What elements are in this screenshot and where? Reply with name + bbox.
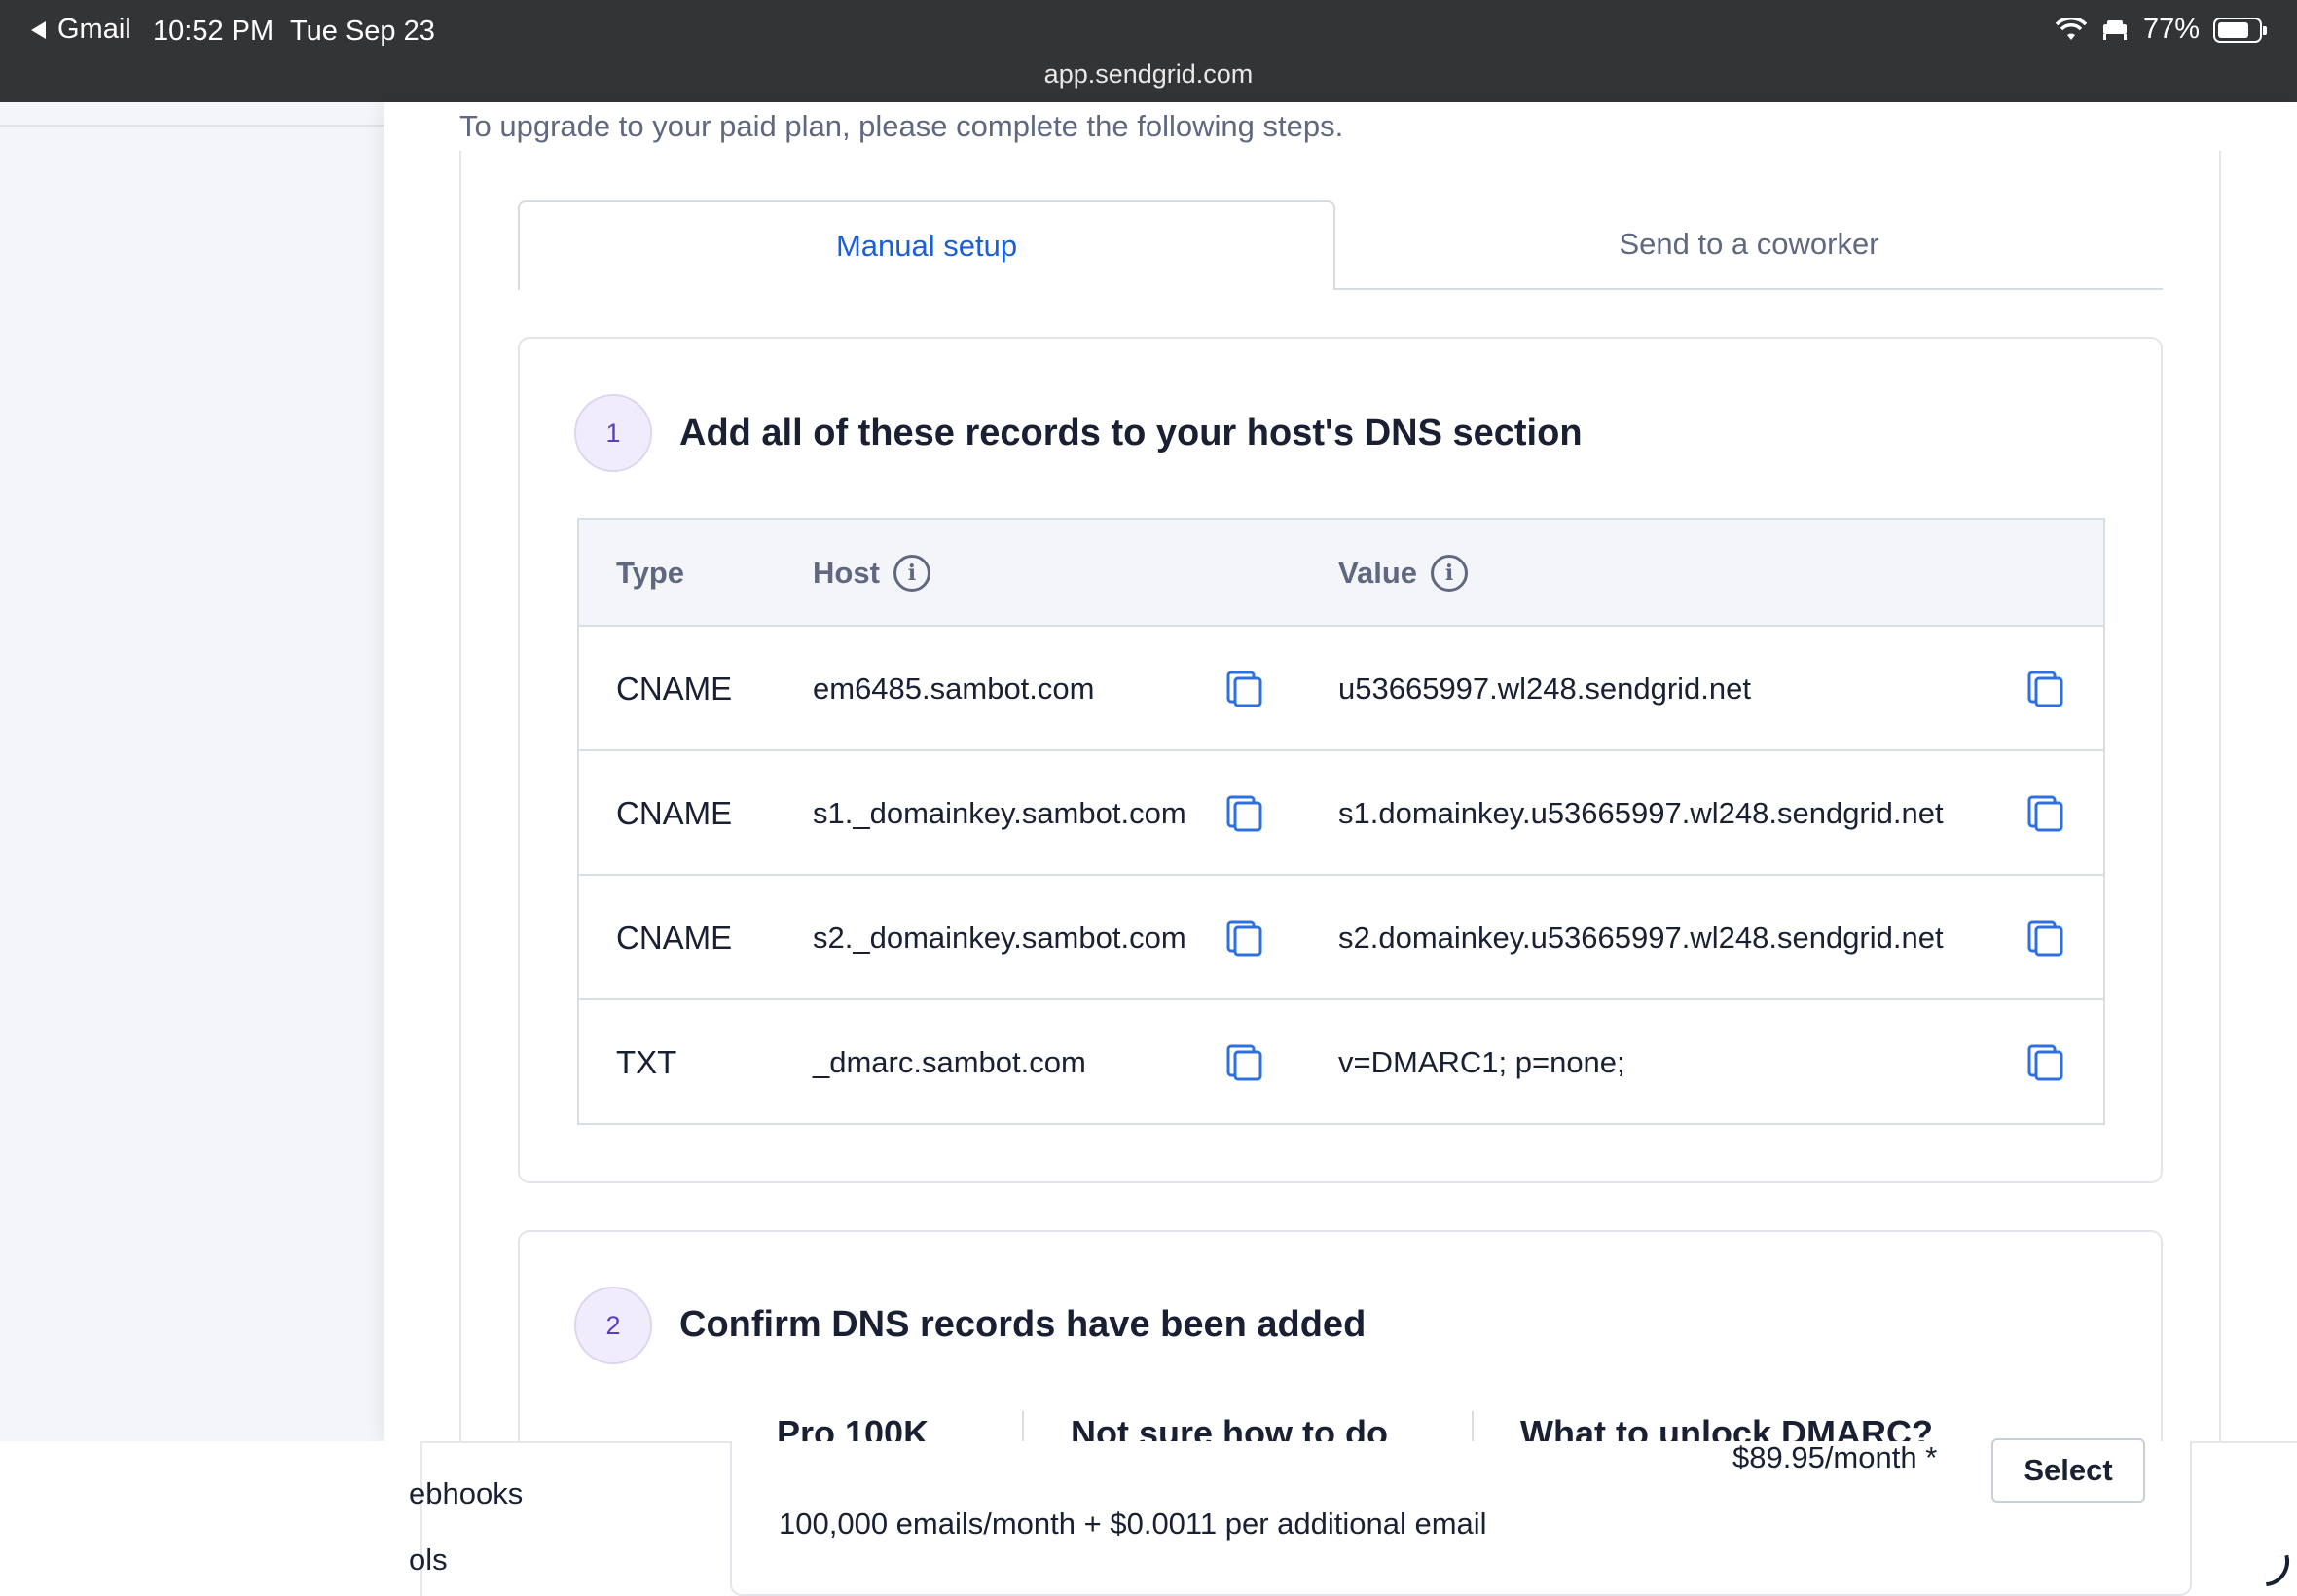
battery-icon bbox=[2213, 17, 2267, 43]
record-value: u53665997.wl248.sendgrid.net bbox=[1338, 671, 1752, 706]
address-bar-url[interactable]: app.sendgrid.com bbox=[0, 59, 2297, 90]
step-2-title: Confirm DNS records have been added bbox=[679, 1304, 1367, 1345]
record-value: s1.domainkey.u53665997.wl248.sendgrid.ne… bbox=[1338, 796, 1944, 830]
date: Tue Sep 23 bbox=[290, 16, 435, 47]
dns-records-table: Type Host i Value i CNAME em6485.sambot.c… bbox=[577, 518, 2105, 1125]
modal-intro-text: To upgrade to your paid plan, please com… bbox=[459, 109, 1344, 143]
divider bbox=[1472, 1411, 1474, 1441]
step-2-badge: 2 bbox=[574, 1287, 652, 1364]
copy-value-icon[interactable] bbox=[2026, 670, 2065, 708]
record-type: CNAME bbox=[616, 795, 733, 831]
peek-dmarc-text: What to unlock DMARC? bbox=[1520, 1413, 1933, 1441]
tab-send-to-coworker[interactable]: Send to a coworker bbox=[1335, 200, 2163, 290]
back-to-app-button[interactable]: Gmail bbox=[31, 14, 131, 46]
peek-plan-name: Pro 100K bbox=[777, 1413, 930, 1441]
divider bbox=[2219, 151, 2221, 1441]
copy-host-icon[interactable] bbox=[1225, 919, 1264, 958]
table-header: Type Host i Value i bbox=[579, 520, 2103, 627]
copy-host-icon[interactable] bbox=[1225, 670, 1264, 708]
peek-help-text: Not sure how to do bbox=[1071, 1413, 1388, 1441]
table-row: CNAME s1._domainkey.sambot.com s1.domainke… bbox=[579, 751, 2103, 876]
info-icon[interactable]: i bbox=[1431, 555, 1468, 592]
column-header-type: Type bbox=[616, 520, 684, 627]
table-row: TXT _dmarc.sambot.com v=DMARC1; p=none; bbox=[579, 1000, 2103, 1125]
record-value: s2.domainkey.u53665997.wl248.sendgrid.ne… bbox=[1338, 921, 1944, 955]
clock: 10:52 PM bbox=[153, 16, 274, 47]
table-row: CNAME s2._domainkey.sambot.com s2.domainke… bbox=[579, 876, 2103, 1000]
divider bbox=[0, 125, 384, 127]
plan-price: $89.95/month * bbox=[1732, 1440, 1938, 1474]
status-indicators: 77% bbox=[2055, 14, 2267, 46]
record-type: TXT bbox=[616, 1044, 677, 1080]
column-label: Value bbox=[1338, 556, 1417, 590]
divider bbox=[459, 151, 461, 1441]
column-label: Type bbox=[616, 556, 685, 590]
record-type: CNAME bbox=[616, 671, 733, 707]
step-1-title: Add all of these records to your host's … bbox=[679, 413, 1583, 453]
copy-host-icon[interactable] bbox=[1225, 1043, 1264, 1082]
record-type: CNAME bbox=[616, 920, 733, 956]
column-header-value: Value i bbox=[1338, 520, 1468, 627]
record-value: v=DMARC1; p=none; bbox=[1338, 1045, 1625, 1079]
background-sidebar-lower bbox=[0, 1441, 422, 1596]
record-host: _dmarc.sambot.com bbox=[813, 1045, 1086, 1079]
record-host: s2._domainkey.sambot.com bbox=[813, 921, 1186, 955]
divider bbox=[1022, 1411, 1024, 1441]
back-app-label: Gmail bbox=[57, 14, 131, 45]
background-sidebar bbox=[0, 102, 384, 1441]
status-bar: Gmail 10:52 PM Tue Sep 23 app.sendgrid.c… bbox=[0, 0, 2297, 102]
column-header-host: Host i bbox=[813, 520, 930, 627]
wifi-icon bbox=[2055, 18, 2087, 40]
record-host: em6485.sambot.com bbox=[813, 671, 1095, 706]
sidebar-item-webhooks[interactable]: ebhooks bbox=[409, 1476, 523, 1511]
record-host: s1._domainkey.sambot.com bbox=[813, 796, 1186, 830]
copy-value-icon[interactable] bbox=[2026, 1043, 2065, 1082]
back-arrow-icon bbox=[31, 20, 46, 39]
select-plan-button[interactable]: Select bbox=[1991, 1438, 2145, 1503]
copy-value-icon[interactable] bbox=[2026, 794, 2065, 833]
table-row: CNAME em6485.sambot.com u53665997.wl248.se… bbox=[579, 627, 2103, 751]
column-label: Host bbox=[813, 556, 880, 590]
copy-host-icon[interactable] bbox=[1225, 794, 1264, 833]
step-1-badge: 1 bbox=[574, 394, 652, 472]
plan-description: 100,000 emails/month + $0.0011 per addit… bbox=[779, 1506, 1487, 1541]
info-icon[interactable]: i bbox=[893, 555, 930, 592]
tab-manual-setup[interactable]: Manual setup bbox=[518, 200, 1335, 290]
sidebar-item-tools[interactable]: ols bbox=[409, 1542, 448, 1578]
sleep-focus-icon bbox=[2102, 19, 2127, 40]
battery-percent: 77% bbox=[2142, 14, 2200, 45]
copy-value-icon[interactable] bbox=[2026, 919, 2065, 958]
